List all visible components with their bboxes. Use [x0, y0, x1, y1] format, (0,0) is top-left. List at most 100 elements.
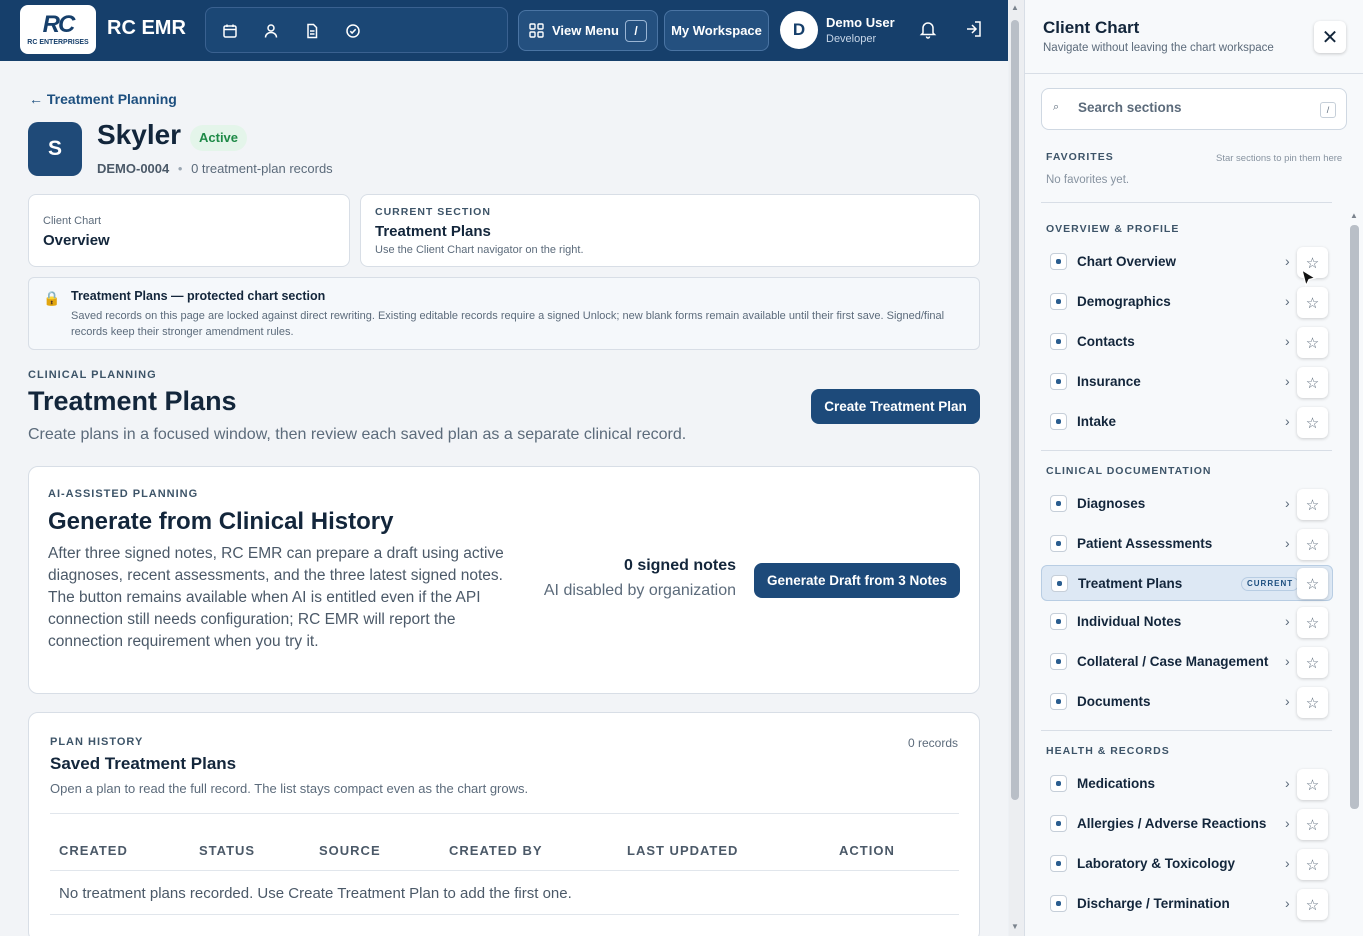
status-badge: Active [190, 125, 248, 151]
user-avatar[interactable]: D [780, 11, 818, 49]
view-menu-label: View Menu [552, 23, 619, 38]
company-logo[interactable]: RC RC ENTERPRISES [20, 5, 96, 54]
star-laboratory-button[interactable]: ☆ [1297, 849, 1328, 880]
ai-status: AI disabled by organization [543, 582, 736, 599]
check-circle-icon[interactable] [342, 20, 364, 42]
current-section-label: CURRENT SECTION [375, 206, 491, 218]
section-icon [1050, 693, 1067, 710]
section-search-box[interactable]: ⌕ / [1041, 88, 1347, 130]
scroll-down-icon[interactable]: ▼ [1011, 922, 1019, 931]
col-status[interactable]: STATUS [199, 843, 255, 858]
app-title: RC EMR [107, 17, 186, 39]
star-patient-assessments-button[interactable]: ☆ [1297, 529, 1328, 560]
nav-label: Intake [1077, 414, 1117, 429]
quick-actions-bar [205, 7, 508, 53]
favorites-empty: No favorites yet. [1046, 174, 1130, 186]
user-name: Demo User [826, 15, 895, 30]
panel-scrollbar-thumb[interactable] [1350, 225, 1359, 809]
patient-avatar: S [28, 122, 82, 176]
star-allergies-button[interactable]: ☆ [1297, 809, 1328, 840]
panel-scroll-up-icon[interactable]: ▲ [1350, 211, 1358, 220]
nav-documents[interactable]: Documents › [1041, 684, 1333, 720]
col-created[interactable]: CREATED [59, 843, 128, 858]
star-insurance-button[interactable]: ☆ [1297, 367, 1328, 398]
col-last-updated[interactable]: LAST UPDATED [627, 843, 738, 858]
records-count: 0 records [907, 736, 958, 750]
table-bottom-divider [50, 914, 959, 915]
scroll-up-icon[interactable]: ▲ [1011, 3, 1019, 12]
star-contacts-button[interactable]: ☆ [1297, 327, 1328, 358]
star-icon: ☆ [1305, 776, 1320, 794]
nav-intake[interactable]: Intake › [1041, 404, 1333, 440]
star-intake-button[interactable]: ☆ [1297, 407, 1328, 438]
nav-medications[interactable]: Medications › [1041, 766, 1333, 802]
star-medications-button[interactable]: ☆ [1297, 769, 1328, 800]
nav-label: Contacts [1077, 334, 1135, 349]
view-menu-button[interactable]: View Menu / [518, 10, 658, 51]
star-icon: ☆ [1305, 536, 1320, 554]
logout-icon[interactable] [964, 19, 986, 41]
star-demographics-button[interactable]: ☆ [1297, 287, 1328, 318]
search-input[interactable] [1078, 100, 1308, 115]
star-icon: ☆ [1305, 414, 1320, 432]
col-source[interactable]: SOURCE [319, 843, 381, 858]
nav-chart-overview[interactable]: Chart Overview › [1041, 244, 1333, 280]
star-documents-button[interactable]: ☆ [1297, 687, 1328, 718]
nav-discharge-termination[interactable]: Discharge / Termination › [1041, 886, 1333, 922]
page-title: Treatment Plans [28, 386, 237, 416]
nav-label: Allergies / Adverse Reactions [1077, 816, 1267, 831]
back-to-treatment-planning-link[interactable]: ← Treatment Planning [29, 91, 177, 107]
current-section-hint: Use the Client Chart navigator on the ri… [375, 244, 584, 256]
chevron-right-icon: › [1285, 815, 1290, 831]
ai-eyebrow: AI-ASSISTED PLANNING [48, 488, 199, 500]
chart-context-value: Overview [43, 232, 110, 249]
chevron-right-icon: › [1285, 693, 1290, 709]
nav-demographics[interactable]: Demographics › [1041, 284, 1333, 320]
nav-diagnoses[interactable]: Diagnoses › [1041, 486, 1333, 522]
group-divider [1041, 730, 1332, 731]
nav-label: Treatment Plans [1078, 576, 1183, 591]
nav-treatment-plans[interactable]: Treatment Plans CURRENT [1041, 565, 1333, 601]
notice-title: Treatment Plans — protected chart sectio… [71, 289, 326, 303]
favorites-divider [1041, 202, 1332, 203]
close-panel-button[interactable]: ✕ [1314, 21, 1346, 53]
nav-collateral-case-management[interactable]: Collateral / Case Management › [1041, 644, 1333, 680]
star-collateral-button[interactable]: ☆ [1297, 647, 1328, 678]
col-action: ACTION [839, 843, 895, 858]
my-workspace-button[interactable]: My Workspace [664, 10, 769, 51]
table-header-divider [50, 870, 959, 871]
generate-draft-button[interactable]: Generate Draft from 3 Notes [754, 563, 960, 598]
nav-individual-notes[interactable]: Individual Notes › [1041, 604, 1333, 640]
group-clinical-documentation: CLINICAL DOCUMENTATION [1046, 465, 1212, 477]
star-icon: ☆ [1305, 816, 1320, 834]
nav-label: Laboratory & Toxicology [1077, 856, 1236, 871]
main-scrollbar-thumb[interactable] [1011, 20, 1019, 800]
star-treatment-plans-button[interactable]: ☆ [1297, 568, 1328, 599]
document-icon[interactable] [301, 20, 323, 42]
nav-allergies[interactable]: Allergies / Adverse Reactions › [1041, 806, 1333, 842]
bell-icon[interactable] [918, 19, 940, 41]
chevron-right-icon: › [1285, 613, 1290, 629]
nav-insurance[interactable]: Insurance › [1041, 364, 1333, 400]
star-icon: ☆ [1305, 654, 1320, 672]
chevron-right-icon: › [1285, 495, 1290, 511]
nav-contacts[interactable]: Contacts › [1041, 324, 1333, 360]
star-individual-notes-button[interactable]: ☆ [1297, 607, 1328, 638]
nav-patient-assessments[interactable]: Patient Assessments › [1041, 526, 1333, 562]
star-discharge-button[interactable]: ☆ [1297, 889, 1328, 920]
star-icon: ☆ [1305, 496, 1320, 514]
star-diagnoses-button[interactable]: ☆ [1297, 489, 1328, 520]
panel-subtitle: Navigate without leaving the chart works… [1043, 42, 1274, 54]
star-icon: ☆ [1305, 614, 1320, 632]
nav-laboratory-toxicology[interactable]: Laboratory & Toxicology › [1041, 846, 1333, 882]
section-icon [1050, 895, 1067, 912]
calendar-icon[interactable] [219, 20, 241, 42]
col-created-by[interactable]: CREATED BY [449, 843, 543, 858]
patient-name: Skyler [97, 119, 182, 150]
record-count: 0 treatment-plan records [191, 161, 333, 176]
ai-description: After three signed notes, RC EMR can pre… [48, 545, 504, 650]
person-icon[interactable] [260, 20, 282, 42]
client-chart-context-card[interactable]: Client Chart Overview [28, 194, 350, 267]
favorites-heading: FAVORITES [1046, 151, 1114, 163]
create-treatment-plan-button[interactable]: Create Treatment Plan [811, 389, 980, 424]
